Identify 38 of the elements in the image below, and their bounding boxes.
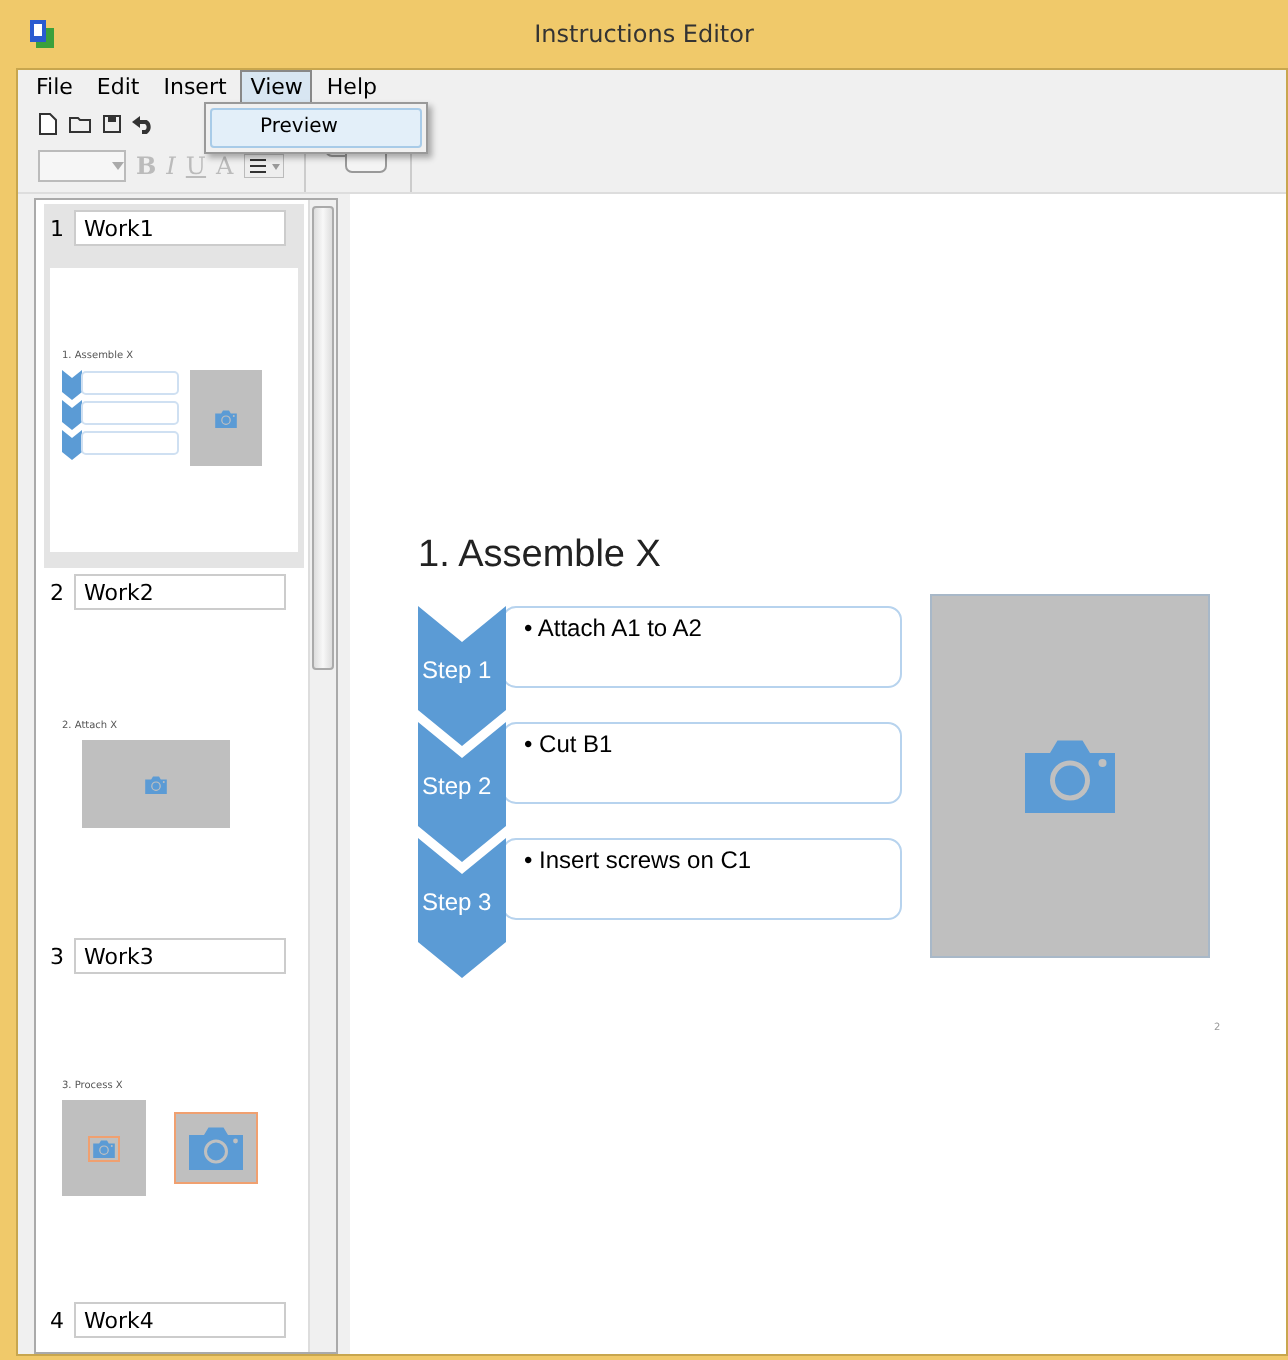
window-title: Instructions Editor — [532, 20, 756, 48]
undo-icon[interactable] — [132, 114, 154, 135]
camera-icon — [144, 775, 168, 793]
app-icon — [28, 18, 56, 50]
step-text: • Attach A1 to A2 — [502, 606, 902, 688]
chevron-shape — [418, 606, 506, 746]
scrollbar[interactable] — [308, 200, 336, 1352]
slide-name-field[interactable]: Work1 — [74, 210, 286, 246]
slide-number: 4 — [50, 1307, 66, 1333]
menu-item[interactable]: View — [240, 69, 313, 103]
step-label: Step 1 — [422, 656, 492, 684]
camera-icon — [186, 1125, 246, 1171]
align-icon[interactable] — [243, 153, 284, 178]
menu-item[interactable]: File — [26, 69, 83, 103]
new-file-icon[interactable] — [38, 112, 58, 137]
menu-item[interactable]: Edit — [86, 69, 150, 103]
chevron-shape — [418, 722, 506, 862]
menu-option[interactable]: Preview — [210, 108, 422, 148]
step-label: Step 2 — [422, 772, 492, 800]
slide-number: 2 — [50, 579, 66, 605]
open-folder-icon[interactable] — [68, 114, 92, 135]
caret-icon — [112, 161, 124, 170]
step-text: • Insert screws on C1 — [502, 838, 902, 920]
menu-item[interactable]: Insert — [153, 69, 237, 103]
slide-title: 1. Assemble X — [418, 534, 663, 578]
step-label: Step 3 — [422, 888, 492, 916]
slide-number: 1 — [50, 215, 66, 241]
save-icon[interactable] — [102, 114, 122, 135]
slide-number: 3 — [50, 943, 66, 969]
slide-name-field[interactable]: Work3 — [74, 938, 286, 974]
slide-name-field[interactable]: Work2 — [74, 574, 286, 610]
camera-icon — [1020, 738, 1120, 814]
camera-icon — [92, 1139, 116, 1157]
chevron-shape — [418, 838, 506, 978]
slide-name-field[interactable]: Work4 — [74, 1302, 286, 1338]
step-text: • Cut B1 — [502, 722, 902, 804]
camera-icon — [214, 409, 238, 427]
menu-item[interactable]: Help — [316, 69, 387, 103]
